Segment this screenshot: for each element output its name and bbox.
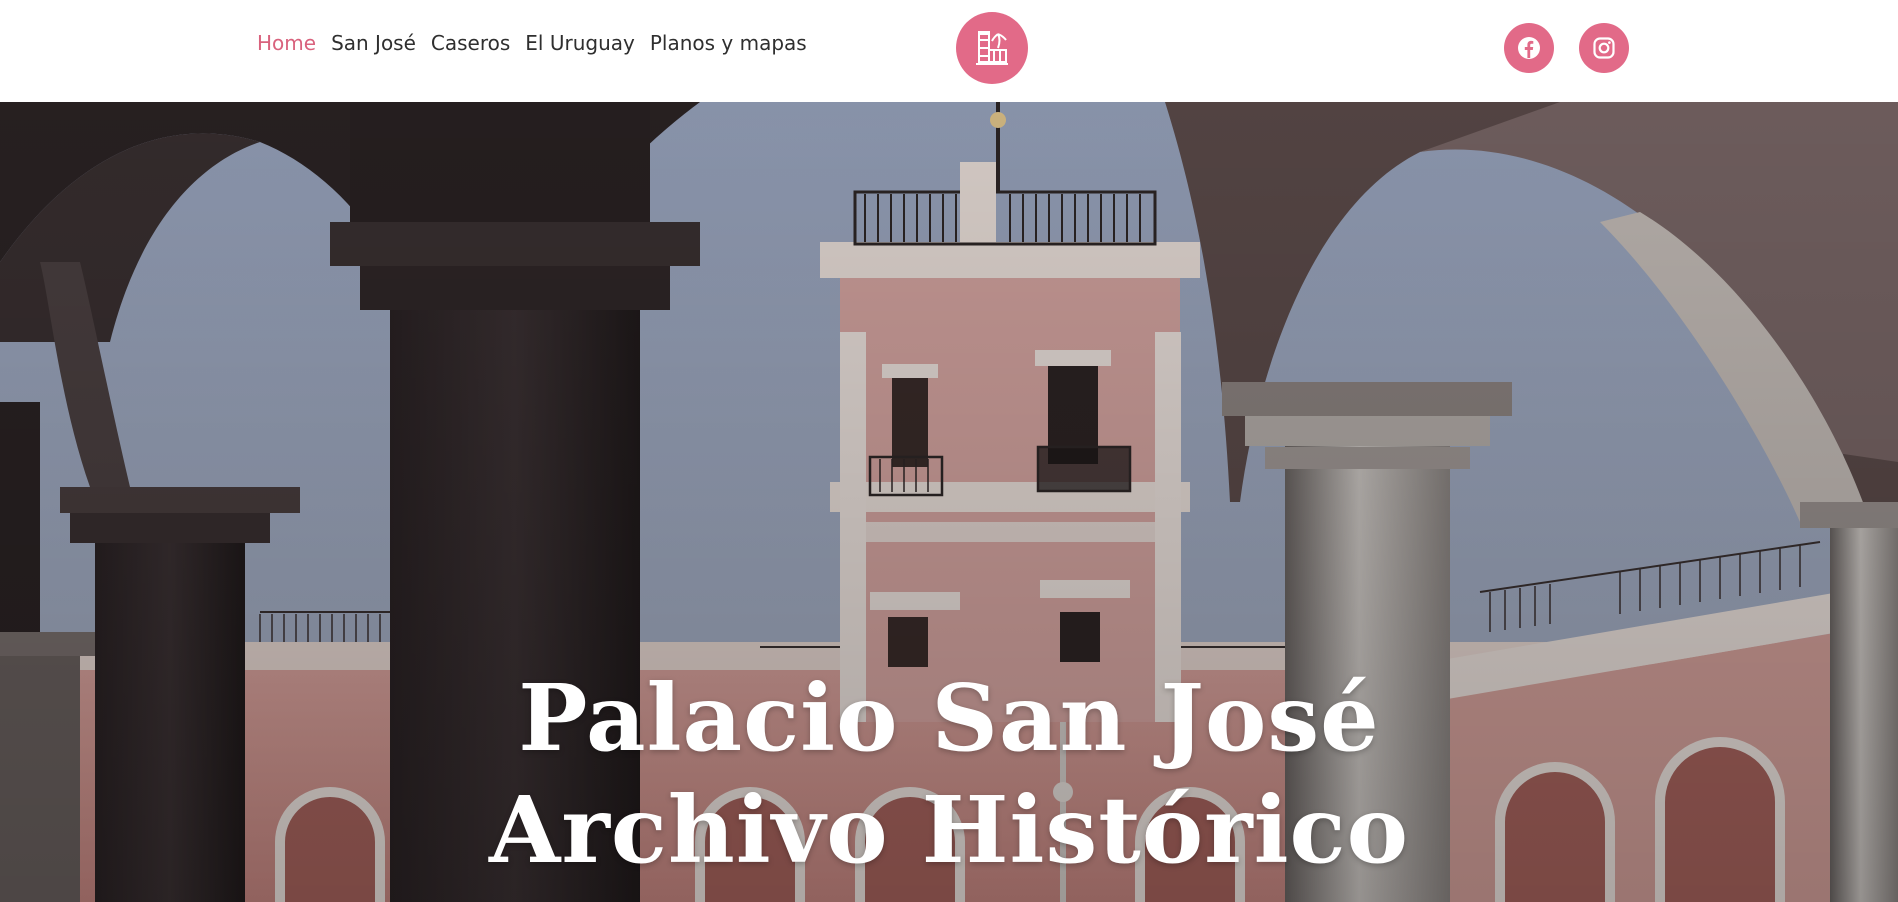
page: Home San José Caseros El Uruguay Planos … — [0, 0, 1898, 902]
facebook-icon — [1518, 37, 1540, 59]
palace-logo-icon — [976, 31, 1008, 65]
nav-item-el-uruguay[interactable]: El Uruguay — [525, 29, 635, 57]
nav-item-caseros[interactable]: Caseros — [431, 29, 510, 57]
site-logo[interactable] — [956, 12, 1028, 84]
instagram-icon — [1593, 37, 1615, 59]
hero-section: Palacio San José Archivo Histórico — [0, 102, 1898, 902]
hero-title: Palacio San José Archivo Histórico — [0, 662, 1898, 886]
facebook-button[interactable] — [1504, 23, 1554, 73]
nav-item-planos-y-mapas[interactable]: Planos y mapas — [650, 29, 807, 57]
main-navigation: Home San José Caseros El Uruguay Planos … — [257, 29, 822, 57]
site-header: Home San José Caseros El Uruguay Planos … — [0, 0, 1898, 102]
nav-item-san-jose[interactable]: San José — [331, 29, 416, 57]
hero-title-line-2: Archivo Histórico — [489, 775, 1409, 884]
instagram-button[interactable] — [1579, 23, 1629, 73]
nav-item-home[interactable]: Home — [257, 29, 316, 57]
hero-title-line-1: Palacio San José — [518, 663, 1380, 772]
